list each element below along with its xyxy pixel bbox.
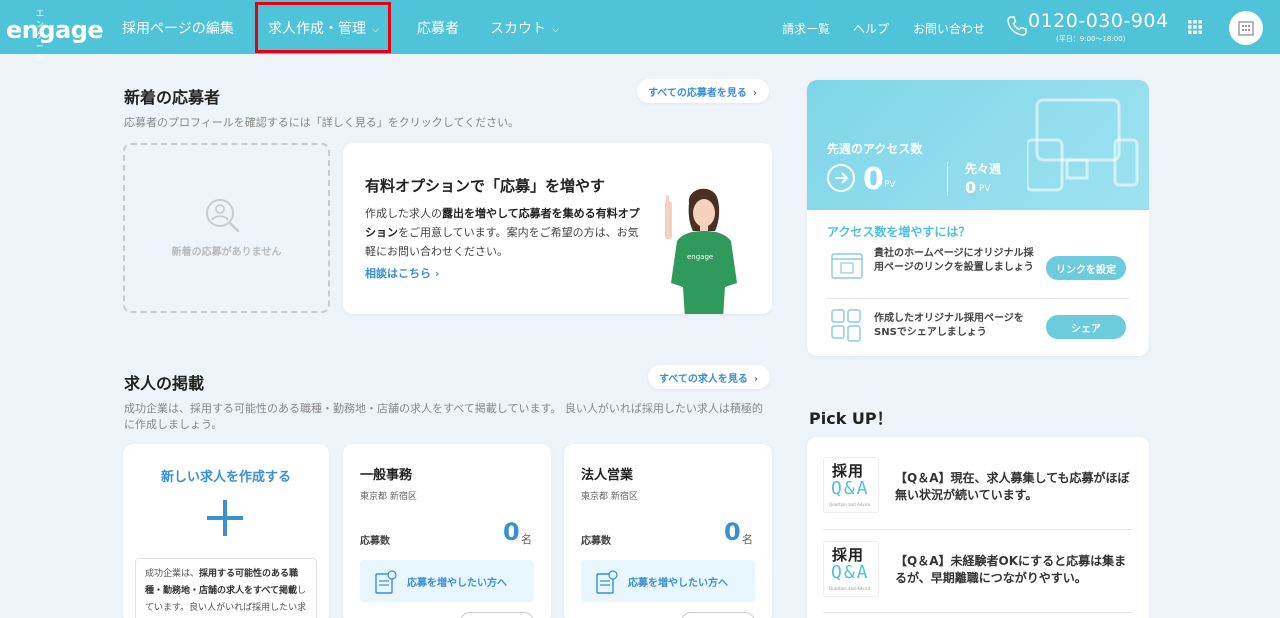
- qa-logo: 採用 Q&A Question and Advice: [823, 541, 879, 597]
- create-job-title[interactable]: 新しい求人を作成する: [123, 466, 329, 485]
- boost-applicants-button[interactable]: 応募を増やしたい方へ: [360, 560, 534, 602]
- staff-person-illustration: engage: [665, 188, 737, 314]
- phone-number: 0120-030-904: [1028, 10, 1169, 32]
- boost-applicants-button[interactable]: 応募を増やしたい方へ: [581, 560, 755, 602]
- job-location: 東京都 新宿区: [360, 492, 417, 502]
- increase-access-title: アクセス数を増やすには？: [827, 225, 971, 239]
- top-navigation-bar: エンゲージ engage 採用ページの編集 求人作成・管理 ⌵ 応募者 スカウト ⌵…: [0, 0, 1280, 62]
- prev-week-access-value: 0: [965, 178, 977, 197]
- building-icon: [1238, 21, 1254, 36]
- job-card[interactable]: 法人営業 東京都 新宿区 応募数 0 名 応募を増やしたい方へ: [564, 444, 772, 618]
- qa-logo-subtitle: Question and Advice: [829, 586, 871, 591]
- applicant-count-unit: 名: [742, 533, 753, 546]
- phone-hours: (平日：9:00〜18:00): [1056, 35, 1126, 43]
- qa-logo-mark: Q&A: [831, 478, 870, 499]
- sns-share-icon: [831, 309, 861, 342]
- empty-applicants-text: 新着の応募がありません: [171, 247, 282, 258]
- applicant-count-value: 0: [503, 518, 520, 546]
- last-week-access-unit: PV: [884, 180, 896, 190]
- logo-text: engage: [6, 16, 104, 44]
- pickup-article-link[interactable]: 【Q＆A】現在、求人募集しても応募がほぼ無い状況が続いています。: [895, 470, 1135, 504]
- nav-edit-recruit-page[interactable]: 採用ページの編集: [122, 18, 234, 38]
- applicant-count-value: 0: [724, 518, 741, 546]
- access-stats-card: 先週のアクセス数 0 PV 先々週 0 PV アクセス数を増やすには？ 貴社のホ…: [807, 80, 1149, 356]
- qa-logo: 採用 Q&A Question and Advice: [823, 457, 879, 513]
- prev-week-access-label: 先々週: [965, 162, 1002, 176]
- divider: [823, 612, 1133, 613]
- tip-share-text: 作成したオリジナル採用ページをSNSでシェアしましょう: [874, 313, 1024, 338]
- job-title[interactable]: 法人営業: [581, 464, 633, 483]
- see-all-jobs-link[interactable]: すべての求人を見る ›: [648, 365, 771, 389]
- job-action-button[interactable]: [681, 612, 755, 618]
- applicant-count-label: 応募数: [581, 536, 611, 547]
- job-action-button[interactable]: [460, 612, 534, 618]
- create-job-card[interactable]: 新しい求人を作成する 成功企業は、採用する可能性のある職種・勤務地・店舗の求人を…: [123, 444, 329, 618]
- pickup-title: Pick UP！: [809, 409, 893, 428]
- search-user-icon: [206, 199, 240, 233]
- divider: [823, 529, 1133, 530]
- devices-illustration: [1027, 98, 1139, 192]
- last-week-access-label: 先週のアクセス数: [827, 142, 923, 156]
- nav-scout[interactable]: スカウト ⌵: [490, 18, 559, 38]
- jobs-section-title: 求人の掲載: [124, 374, 205, 393]
- prev-week-access-unit: PV: [979, 184, 991, 194]
- access-stats-header: 先週のアクセス数 0 PV 先々週 0 PV: [807, 80, 1149, 210]
- highlight-box: [255, 2, 391, 53]
- job-card[interactable]: 一般事務 東京都 新宿区 応募数 0 名 応募を増やしたい方へ: [343, 444, 551, 618]
- document-plus-icon: [596, 570, 618, 594]
- promo-consult-link[interactable]: 相談はこちら ›: [365, 265, 439, 281]
- job-location: 東京都 新宿区: [581, 492, 638, 502]
- plus-icon[interactable]: [207, 500, 243, 536]
- applicant-count-label: 応募数: [360, 536, 390, 547]
- arrow-right-circle-icon: [827, 164, 855, 192]
- paid-option-promo-card: 有料オプションで「応募」を増やす 作成した求人の露出を増やして応募者を集める有料…: [343, 143, 772, 314]
- chevron-down-icon: ⌵: [552, 25, 559, 35]
- company-avatar[interactable]: [1229, 11, 1263, 45]
- create-job-description: 成功企業は、採用する可能性のある職種・勤務地・店舗の求人をすべて掲載しています。…: [135, 558, 317, 618]
- last-week-access-value: 0: [863, 162, 884, 197]
- boost-applicants-text: 応募を増やしたい方へ: [628, 578, 728, 589]
- nav-help[interactable]: ヘルプ: [853, 20, 889, 37]
- set-link-button[interactable]: リンクを設定: [1046, 256, 1126, 280]
- nav-contact[interactable]: お問い合わせ: [913, 20, 985, 37]
- job-title[interactable]: 一般事務: [360, 464, 412, 483]
- tip-link-text: 貴社のホームページにオリジナル採用ページのリンクを設置しましょう: [874, 248, 1034, 273]
- stats-divider: [947, 162, 948, 196]
- pickup-article-link[interactable]: 【Q＆A】未経験者OKにすると応募は集まるが、早期離職につながりやすい。: [895, 553, 1135, 587]
- nav-billing[interactable]: 請求一覧: [782, 20, 830, 37]
- applicants-section-description: 応募者のプロフィールを確認するには「詳しく見る」をクリックしてください。: [124, 116, 520, 129]
- svg-text:engage: engage: [687, 253, 713, 261]
- share-button[interactable]: シェア: [1046, 315, 1126, 339]
- jobs-section-description: 成功企業は、採用する可能性のある職種・勤務地・店舗の求人をすべて掲載しています。…: [124, 402, 763, 431]
- promo-title: 有料オプションで「応募」を増やす: [365, 177, 606, 195]
- applicants-section-title: 新着の応募者: [124, 88, 221, 107]
- apps-grid-icon[interactable]: [1188, 20, 1202, 34]
- phone-icon: [1007, 16, 1027, 36]
- divider: [827, 298, 1129, 299]
- pickup-card: 採用 Q&A Question and Advice 【Q＆A】現在、求人募集し…: [807, 437, 1149, 618]
- qa-logo-subtitle: Question and Advice: [829, 502, 871, 507]
- boost-applicants-text: 応募を増やしたい方へ: [407, 578, 507, 589]
- document-plus-icon: [375, 570, 397, 594]
- see-all-applicants-link[interactable]: すべての応募者を見る ›: [637, 79, 770, 103]
- empty-applicants-placeholder: 新着の応募がありません: [123, 143, 330, 313]
- browser-link-icon: [831, 253, 863, 279]
- qa-logo-mark: Q&A: [831, 562, 870, 583]
- promo-body: 作成した求人の露出を増やして応募者を集める有料オプションをご用意しています。案内…: [365, 207, 640, 258]
- applicant-count-unit: 名: [521, 533, 532, 546]
- nav-applicants[interactable]: 応募者: [417, 18, 459, 38]
